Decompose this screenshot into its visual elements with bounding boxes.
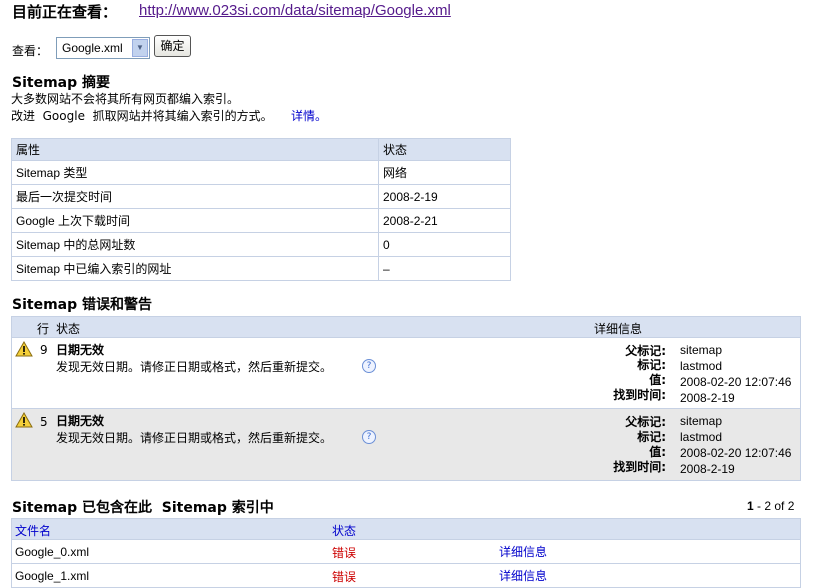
summary-line-1: 大多数网站不会将其所有网页都编入索引。 — [11, 92, 240, 106]
details-link[interactable]: 详情。 — [291, 107, 327, 124]
warning-icon — [15, 412, 33, 428]
error-description: 发现无效日期。请修正日期或格式，然后重新提交。 — [56, 431, 333, 445]
table-cell: Sitemap 中的总网址数 — [11, 232, 379, 257]
table-cell: 最后一次提交时间 — [11, 184, 379, 209]
page-title: 目前正在查看： — [12, 3, 118, 21]
file-details-link[interactable]: 详细信息 — [499, 567, 547, 584]
table-row: Sitemap 中已编入索引的网址 – — [11, 256, 511, 281]
sitemap-select-value: Google.xml — [62, 41, 123, 55]
table-cell: Google 上次下载时间 — [11, 208, 379, 233]
table-cell: 2008-2-19 — [378, 184, 511, 209]
found-time-label: 找到时间: — [613, 388, 666, 402]
pager: 1 - 2 of 2 — [747, 499, 794, 513]
table-cell: 2008-2-21 — [378, 208, 511, 233]
table-cell: – — [378, 256, 511, 281]
file-status: 错误 — [332, 570, 357, 584]
table-cell: Sitemap 中已编入索引的网址 — [11, 256, 379, 281]
summary-header-status: 状态 — [378, 138, 511, 161]
table-cell: 网络 — [378, 160, 511, 185]
tag-value: lastmod — [680, 359, 723, 373]
table-row: Sitemap 中的总网址数 0 — [11, 232, 511, 257]
table-row: Sitemap 类型 网络 — [11, 160, 511, 185]
parent-tag-value: sitemap — [680, 414, 723, 428]
table-row: Google 上次下载时间 2008-2-21 — [11, 208, 511, 233]
found-time-label: 找到时间: — [613, 460, 666, 474]
error-row: 5 日期无效 发现无效日期。请修正日期或格式，然后重新提交。 ? 父标记: 标记… — [11, 409, 801, 481]
error-description: 发现无效日期。请修正日期或格式，然后重新提交。 — [56, 360, 333, 374]
errors-header: 行 状态 详细信息 — [11, 316, 801, 338]
error-line-number: 5 — [40, 415, 48, 429]
table-row: Google_1.xml 错误 详细信息 — [11, 564, 801, 588]
index-title: Sitemap 已包含在此 Sitemap 索引中 — [12, 500, 274, 516]
table-row: Google_0.xml 错误 详细信息 — [11, 540, 801, 564]
parent-tag-value: sitemap — [680, 343, 723, 357]
summary-header-property: 属性 — [11, 138, 379, 161]
errors-header-status: 状态 — [56, 322, 81, 336]
view-label: 查看： — [12, 44, 49, 58]
help-icon[interactable]: ? — [362, 430, 376, 444]
pager-range: - 2 of 2 — [753, 499, 795, 513]
error-name: 日期无效 — [56, 414, 105, 428]
index-header: 文件名 状态 — [11, 518, 801, 540]
warning-icon — [15, 341, 33, 357]
file-details-link[interactable]: 详细信息 — [499, 543, 547, 560]
error-row: 9 日期无效 发现无效日期。请修正日期或格式，然后重新提交。 ? 父标记: 标记… — [11, 338, 801, 409]
errors-title: Sitemap 错误和警告 — [12, 297, 152, 313]
help-icon[interactable]: ? — [362, 359, 376, 373]
found-time-value: 2008-2-19 — [680, 391, 735, 405]
table-cell: Sitemap 类型 — [11, 160, 379, 185]
file-status: 错误 — [332, 546, 357, 560]
table-cell: 0 — [378, 232, 511, 257]
error-name: 日期无效 — [56, 343, 105, 357]
sitemap-url-link[interactable]: http://www.023si.com/data/sitemap/Google… — [139, 2, 451, 19]
errors-header-line: 行 — [37, 322, 50, 336]
found-time-value: 2008-2-19 — [680, 462, 735, 476]
error-line-number: 9 — [40, 343, 48, 357]
summary-title: Sitemap 摘要 — [12, 75, 110, 91]
chevron-down-icon[interactable]: ▼ — [132, 39, 148, 57]
table-row: 最后一次提交时间 2008-2-19 — [11, 184, 511, 209]
file-name: Google_0.xml — [15, 545, 90, 559]
sitemap-select[interactable]: Google.xml ▼ — [56, 37, 150, 59]
sort-filename-link[interactable]: 文件名 — [15, 522, 51, 539]
sort-status-link[interactable]: 状态 — [332, 522, 356, 539]
pager-current: 1 — [747, 499, 754, 513]
errors-header-details: 详细信息 — [594, 322, 643, 336]
tag-value: lastmod — [680, 430, 723, 444]
summary-table: 属性 状态 Sitemap 类型 网络 最后一次提交时间 2008-2-19 G… — [11, 138, 511, 281]
file-name: Google_1.xml — [15, 569, 90, 583]
ok-button[interactable]: 确定 — [154, 35, 191, 57]
summary-line-2: 改进 Google 抓取网站并将其编入索引的方式。 — [11, 109, 273, 123]
value-value: 2008-02-20 12:07:46 — [680, 446, 792, 460]
value-value: 2008-02-20 12:07:46 — [680, 375, 792, 389]
